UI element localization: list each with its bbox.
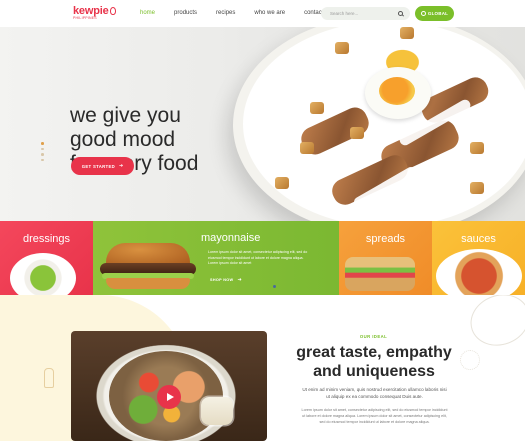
kewpie-logo[interactable]: kewpie PHILIPPINES	[73, 5, 116, 20]
category-sauces[interactable]: sauces	[432, 221, 525, 295]
crouton-image	[300, 142, 314, 154]
nav-products[interactable]: products	[174, 10, 197, 16]
leaf-outline-icon	[463, 295, 525, 354]
site-header: kewpie PHILIPPINES home products recipes…	[0, 0, 525, 27]
yolk-image	[379, 77, 415, 105]
crouton-image	[310, 102, 324, 114]
search-placeholder: Search here...	[330, 11, 359, 16]
search-input[interactable]: Search here...	[321, 7, 410, 20]
section-body: Lorem ipsum dolor sit amet, consectetur …	[301, 408, 448, 424]
egg-image	[365, 67, 431, 119]
section-lead: Ut enim ad minim veniam, quis nostrud ex…	[302, 387, 447, 399]
main-nav: home products recipes who we are contact…	[140, 10, 350, 16]
category-dressings[interactable]: dressings	[0, 221, 93, 295]
shop-now-link[interactable]: SHOP NOW ➜	[210, 277, 242, 283]
get-started-label: GET STARTED	[81, 163, 116, 169]
section-title: great taste, empathy and uniqueness	[296, 344, 452, 380]
bun-bottom-image	[106, 278, 190, 289]
global-button[interactable]: GLOBAL	[415, 6, 454, 21]
nav-who-we-are[interactable]: who we are	[254, 10, 285, 16]
pasta-plate-image	[436, 249, 522, 295]
category-mayonnaise[interactable]: mayonnaise Lorem ipsum dolor sit amet, c…	[93, 221, 339, 295]
carousel-dots	[41, 142, 44, 161]
mayo-jar-image	[201, 397, 233, 425]
category-title: sauces	[461, 233, 496, 245]
category-title: spreads	[365, 233, 406, 245]
hero-banner: we give you good mood for every food GET…	[0, 27, 525, 221]
crouton-image	[470, 182, 484, 194]
page: kewpie PHILIPPINES home products recipes…	[0, 0, 525, 441]
crouton-image	[335, 42, 349, 54]
category-spreads[interactable]: spreads	[339, 221, 432, 295]
logo-subtitle: PHILIPPINES	[73, 16, 97, 20]
globe-icon	[420, 11, 426, 16]
global-label: GLOBAL	[427, 11, 449, 16]
crouton-image	[470, 142, 484, 154]
our-ideal-section: OUR IDEAL great taste, empathy and uniqu…	[0, 295, 525, 441]
carousel-dot[interactable]	[41, 153, 44, 156]
arrow-right-icon: ➜	[119, 162, 124, 169]
crouton-image	[350, 127, 364, 139]
carousel-dot[interactable]	[41, 142, 44, 145]
arrow-right-icon: ➜	[237, 277, 242, 283]
search-icon[interactable]	[398, 10, 403, 16]
carousel-dot[interactable]	[41, 158, 44, 161]
nav-recipes[interactable]: recipes	[216, 10, 235, 16]
section-eyebrow: OUR IDEAL	[359, 334, 388, 339]
category-description: Lorem ipsum dolor sit amet, consectetur …	[208, 250, 308, 266]
shop-now-label: SHOP NOW	[210, 278, 234, 282]
decorative-circle-icon	[460, 350, 480, 370]
carousel-dot[interactable]	[41, 147, 44, 150]
cursor-marker	[273, 285, 276, 288]
sandwich-image	[345, 257, 415, 291]
burger-image	[100, 243, 196, 291]
category-title: mayonnaise	[201, 232, 261, 244]
bottle-outline-icon	[44, 368, 54, 388]
bun-top-image	[106, 243, 190, 265]
category-title: dressings	[22, 233, 71, 245]
play-icon	[166, 393, 174, 401]
nav-home[interactable]: home	[140, 10, 155, 16]
crouton-image	[275, 177, 289, 189]
crouton-image	[400, 27, 414, 39]
kewpie-doll-icon	[109, 7, 116, 15]
dressing-bowl-image	[10, 253, 76, 295]
product-categories: dressings mayonnaise Lorem ipsum dolor s…	[0, 221, 525, 295]
play-button[interactable]	[157, 385, 181, 409]
get-started-button[interactable]: GET STARTED ➜	[71, 157, 134, 175]
